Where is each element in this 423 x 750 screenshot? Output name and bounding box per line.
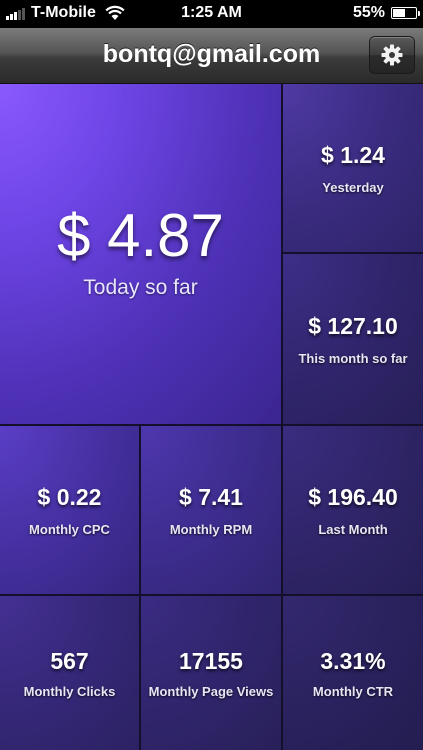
today-earnings-value: $ 4.87 <box>57 201 224 269</box>
nav-bar: bontq@gmail.com <box>0 28 423 84</box>
battery-percent: 55% <box>352 4 385 21</box>
tile-today[interactable]: $ 4.87 Today so far <box>0 84 281 424</box>
battery-icon <box>391 7 420 19</box>
status-right: 55% <box>352 4 420 22</box>
monthly-page-views-label: Monthly Page Views <box>148 683 274 699</box>
tile-monthly-rpm[interactable]: $ 7.41 Monthly RPM <box>141 426 281 594</box>
monthly-cpc-label: Monthly CPC <box>29 521 110 537</box>
monthly-clicks-label: Monthly Clicks <box>23 683 116 699</box>
tile-yesterday[interactable]: $ 1.24 Yesterday <box>283 84 423 252</box>
settings-button[interactable] <box>369 36 415 74</box>
yesterday-earnings-label: Yesterday <box>322 179 384 195</box>
this-month-earnings-value: $ 127.10 <box>308 312 398 339</box>
status-bar: T-Mobile 1:25 AM 55% <box>0 0 423 28</box>
yesterday-earnings-value: $ 1.24 <box>321 141 385 168</box>
monthly-cpc-value: $ 0.22 <box>37 483 102 510</box>
last-month-earnings-value: $ 196.40 <box>308 483 398 510</box>
gear-icon <box>381 44 403 66</box>
monthly-page-views-value: 17155 <box>179 647 243 674</box>
tile-this-month[interactable]: $ 127.10 This month so far <box>283 254 423 424</box>
last-month-earnings-label: Last Month <box>318 521 388 537</box>
tile-last-month[interactable]: $ 196.40 Last Month <box>283 426 423 594</box>
tile-monthly-ctr[interactable]: 3.31% Monthly CTR <box>283 596 423 750</box>
battery-level-fill <box>393 9 405 17</box>
monthly-rpm-label: Monthly RPM <box>169 521 253 537</box>
stats-grid: $ 4.87 Today so far $ 1.24 Yesterday $ 1… <box>0 84 423 750</box>
monthly-rpm-value: $ 7.41 <box>179 483 243 510</box>
monthly-ctr-label: Monthly CTR <box>312 683 394 699</box>
tile-monthly-cpc[interactable]: $ 0.22 Monthly CPC <box>0 426 139 594</box>
today-earnings-label: Today so far <box>83 275 198 299</box>
account-title: bontq@gmail.com <box>102 40 321 68</box>
tile-monthly-page-views[interactable]: 17155 Monthly Page Views <box>141 596 281 750</box>
tile-monthly-clicks[interactable]: 567 Monthly Clicks <box>0 596 139 750</box>
this-month-earnings-label: This month so far <box>298 350 408 366</box>
monthly-clicks-value: 567 <box>50 647 89 674</box>
monthly-ctr-value: 3.31% <box>320 647 386 674</box>
